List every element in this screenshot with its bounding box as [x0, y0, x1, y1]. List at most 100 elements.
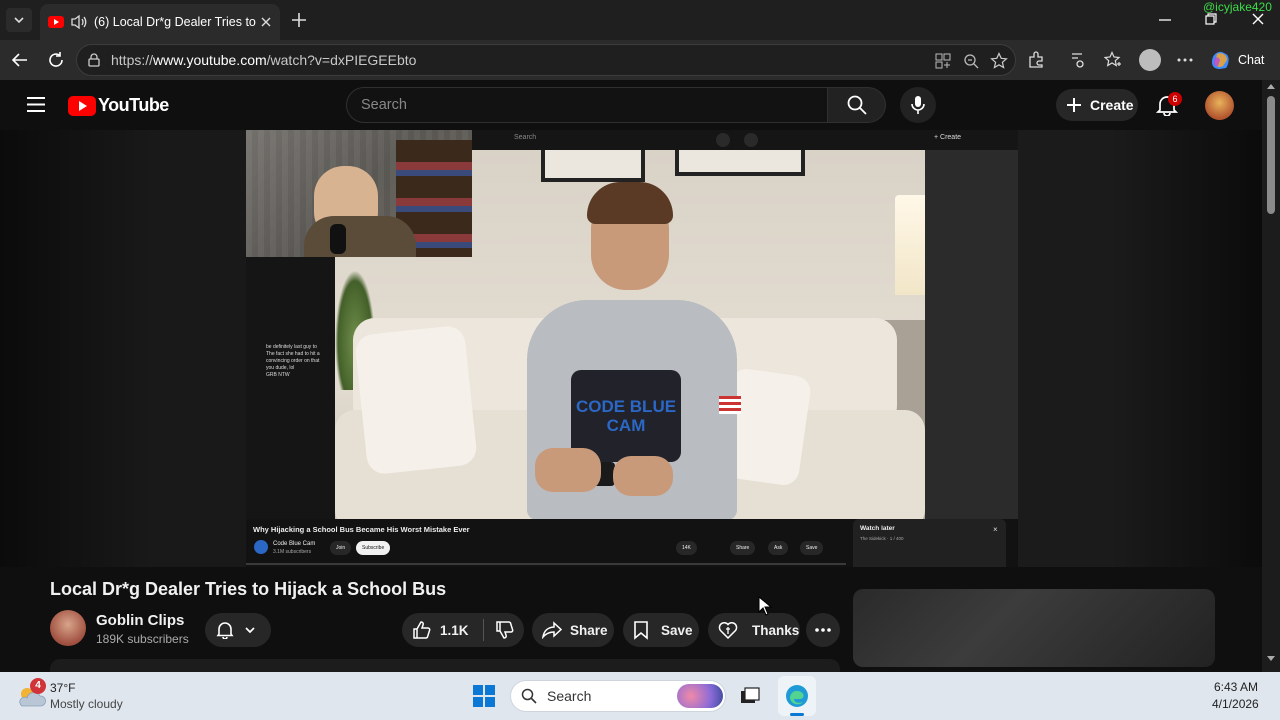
- youtube-header: YouTube Search Create 6: [0, 80, 1262, 130]
- like-button[interactable]: 1.1K: [412, 620, 469, 640]
- windows-taskbar: 4 37°F Mostly cloudy Search 6:43 AM 4/1/…: [0, 672, 1280, 720]
- super-thanks-icon: [718, 622, 738, 640]
- refresh-icon[interactable]: [47, 51, 65, 69]
- clock-date[interactable]: 4/1/2026: [1212, 697, 1259, 711]
- cushion: [353, 324, 479, 476]
- description-box[interactable]: [50, 659, 840, 672]
- streamer-hoodie: [304, 216, 416, 257]
- close-tab-icon[interactable]: [260, 16, 272, 28]
- subscription-bell-button[interactable]: [205, 613, 271, 647]
- new-tab-icon[interactable]: [291, 12, 307, 28]
- search-icon: [847, 95, 867, 115]
- thumbs-down-icon[interactable]: [495, 620, 515, 640]
- favorite-star-icon[interactable]: [990, 52, 1008, 70]
- channel-avatar[interactable]: [50, 610, 86, 646]
- restore-icon[interactable]: [1204, 12, 1218, 26]
- share-icon: [542, 621, 562, 639]
- thumbs-up-icon: [413, 621, 431, 639]
- captured-search-icon: [716, 133, 730, 147]
- flag-patch: [719, 396, 741, 414]
- favorites-icon[interactable]: [1104, 51, 1122, 69]
- task-view-icon[interactable]: [740, 686, 760, 706]
- captured-create: + Create: [934, 134, 962, 141]
- chat-line: GRB NTW: [266, 372, 290, 378]
- account-avatar[interactable]: [1205, 91, 1234, 120]
- save-label: Save: [661, 622, 693, 638]
- captured-subs: 3.1M subscribers: [273, 549, 312, 555]
- captured-channel-name: Code Blue Cam: [273, 541, 316, 547]
- page-scrollbar[interactable]: [1262, 80, 1280, 672]
- minimize-icon[interactable]: [1158, 14, 1172, 26]
- youtube-search-button[interactable]: [828, 87, 886, 123]
- stream-chat-overlay: be definitely last guy to The fact she h…: [266, 344, 356, 379]
- notification-badge: 6: [1168, 92, 1182, 106]
- scroll-up-icon[interactable]: [1267, 84, 1275, 89]
- related-video-thumbnail[interactable]: [853, 589, 1215, 667]
- captured-subscribe: Subscribe: [356, 541, 391, 555]
- video-details: Local Dr*g Dealer Tries to Hijack a Scho…: [0, 567, 1262, 672]
- captured-sidebar: [925, 150, 1018, 519]
- youtube-search-input[interactable]: Search: [346, 87, 828, 123]
- speaker-icon[interactable]: [70, 14, 88, 30]
- chat-line: be definitely last guy to: [266, 344, 317, 350]
- webcam-overlay: [246, 130, 472, 257]
- site-info-icon[interactable]: [87, 53, 101, 67]
- taskbar-search-placeholder: Search: [547, 688, 592, 704]
- browser-tab[interactable]: (6) Local Dr*g Dealer Tries to: [40, 4, 280, 40]
- captured-search: Search: [514, 134, 537, 141]
- back-arrow-icon[interactable]: [11, 51, 29, 69]
- video-player[interactable]: Search + Create CODE BLUE CAM be definit…: [246, 130, 1018, 567]
- plus-icon: [1067, 98, 1081, 112]
- app-available-icon[interactable]: [935, 53, 951, 69]
- address-bar[interactable]: https://www.youtube.com/watch?v=dxPIEGEE…: [76, 44, 1016, 76]
- wall-picture: [541, 150, 645, 182]
- mouse-cursor-icon: [758, 596, 772, 616]
- edge-browser-icon: [786, 685, 808, 707]
- profile-avatar[interactable]: [1139, 49, 1161, 71]
- close-window-icon[interactable]: [1251, 12, 1265, 26]
- scrollbar-thumb[interactable]: [1267, 96, 1275, 214]
- zoom-icon[interactable]: [963, 53, 979, 69]
- chevron-down-icon: [245, 627, 255, 634]
- tab-actions-button[interactable]: [6, 8, 32, 32]
- captured-watch-later: Watch later The Sidekick · 1 / 400 ×: [853, 519, 1006, 567]
- hamburger-menu-icon[interactable]: [27, 97, 45, 112]
- voice-search-button[interactable]: [900, 87, 936, 123]
- thanks-button[interactable]: Thanks: [708, 613, 800, 647]
- save-button[interactable]: Save: [623, 613, 699, 647]
- bell-icon: [216, 622, 234, 639]
- channel-name[interactable]: Goblin Clips: [96, 612, 184, 629]
- weather-widget[interactable]: 4 37°F Mostly cloudy: [14, 678, 134, 714]
- media-control-icon[interactable]: [1068, 51, 1086, 69]
- scroll-down-icon[interactable]: [1267, 656, 1275, 661]
- like-divider: [482, 619, 484, 641]
- man-hand: [613, 456, 673, 496]
- shirt-text: CODE BLUE CAM: [575, 397, 677, 435]
- create-button[interactable]: Create: [1056, 89, 1138, 121]
- weather-description: Mostly cloudy: [50, 697, 123, 711]
- notifications-button[interactable]: 6: [1156, 92, 1182, 116]
- captured-ask: Ask: [768, 541, 789, 555]
- captured-video-info: Why Hijacking a School Bus Became His Wo…: [246, 519, 1018, 567]
- browser-tab-bar: (6) Local Dr*g Dealer Tries to @icyjake4…: [0, 0, 1280, 40]
- edge-taskbar-button[interactable]: [778, 676, 816, 716]
- copilot-icon: [1212, 51, 1229, 69]
- youtube-logo[interactable]: YouTube: [68, 95, 169, 116]
- video-title: Local Dr*g Dealer Tries to Hijack a Scho…: [50, 579, 447, 599]
- tab-title: (6) Local Dr*g Dealer Tries to: [94, 15, 256, 29]
- captured-progress: [246, 563, 846, 565]
- microphone: [330, 224, 346, 254]
- more-menu-icon[interactable]: [1177, 58, 1193, 62]
- windows-start-icon[interactable]: [473, 685, 495, 707]
- lamp-shade: [895, 195, 925, 295]
- chat-line: you dude, lol: [266, 365, 295, 371]
- chevron-down-icon: [14, 17, 24, 24]
- weather-alert-badge: 4: [30, 678, 46, 694]
- taskbar-search-input[interactable]: Search: [510, 680, 726, 712]
- extensions-icon[interactable]: [1027, 51, 1045, 69]
- captured-mic-icon: [744, 133, 758, 147]
- share-button[interactable]: Share: [532, 613, 614, 647]
- more-actions-button[interactable]: [806, 613, 840, 647]
- copilot-chat-button[interactable]: Chat: [1208, 48, 1264, 72]
- clock-time[interactable]: 6:43 AM: [1214, 680, 1258, 694]
